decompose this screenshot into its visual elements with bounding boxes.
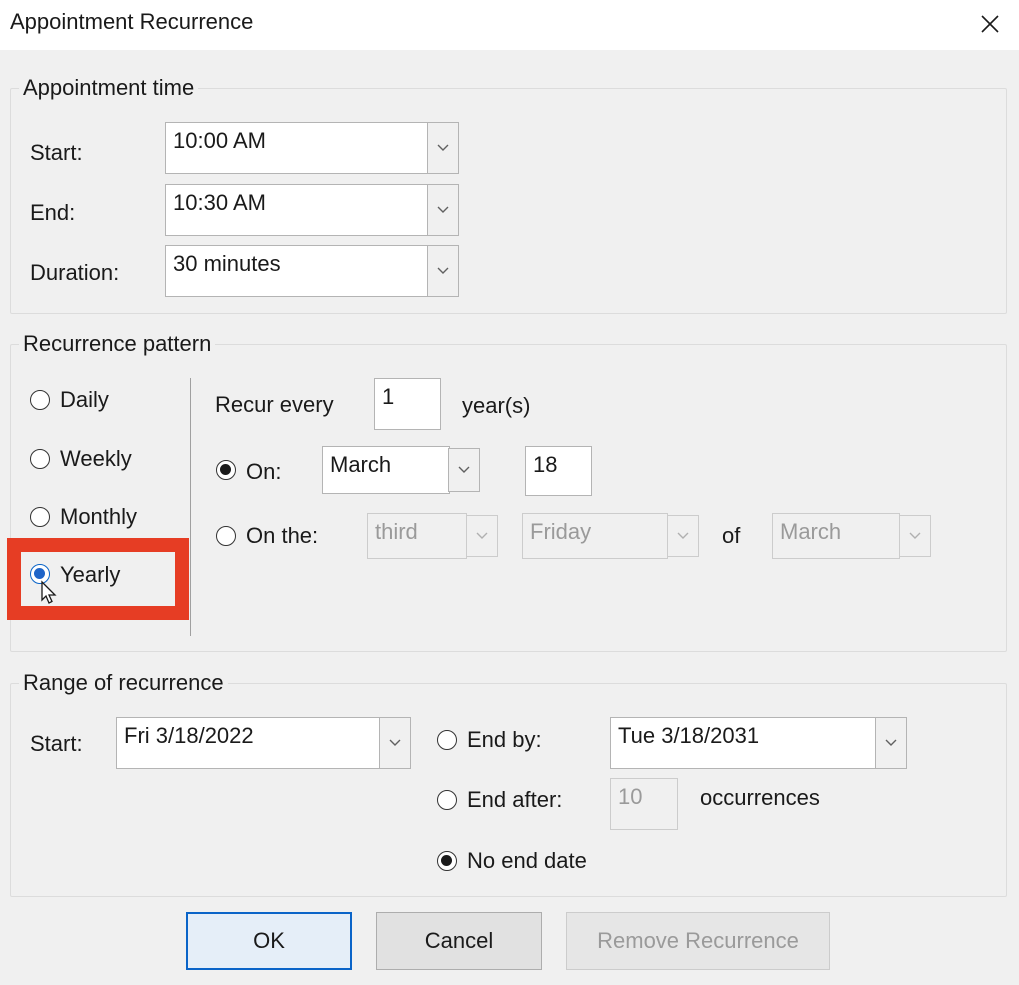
on-day-input[interactable]: 18 <box>525 446 592 496</box>
monthly-radio[interactable] <box>30 507 50 527</box>
chevron-down-icon <box>437 144 449 151</box>
yearly-highlight-box <box>7 538 189 620</box>
on-month-select[interactable]: March <box>322 446 450 494</box>
end-by-label[interactable]: End by: <box>467 727 542 753</box>
monthly-label[interactable]: Monthly <box>60 504 137 530</box>
of-label: of <box>722 523 741 548</box>
on-the-weekday-select[interactable]: Friday <box>522 513 668 559</box>
chevron-down-icon <box>909 532 921 539</box>
on-the-label[interactable]: On the: <box>246 523 318 549</box>
title-bar: Appointment Recurrence <box>0 0 1019 50</box>
start-time-label: Start: <box>30 140 83 165</box>
occurrences-label: occurrences <box>700 785 820 810</box>
on-the-ordinal-select[interactable]: third <box>367 513 467 559</box>
range-start-label: Start: <box>30 731 83 756</box>
duration-input[interactable]: 30 minutes <box>165 245 428 297</box>
chevron-down-icon <box>476 532 488 539</box>
daily-radio[interactable] <box>30 390 50 410</box>
recurrence-pattern-label: Recurrence pattern <box>19 331 216 357</box>
close-icon <box>981 15 999 33</box>
chevron-down-icon <box>437 206 449 213</box>
window-title: Appointment Recurrence <box>10 9 254 34</box>
range-start-dropdown-button[interactable] <box>379 717 411 769</box>
duration-dropdown-button[interactable] <box>427 245 459 297</box>
yearly-on-radio[interactable] <box>216 460 236 480</box>
recur-every-input[interactable]: 1 <box>374 378 441 430</box>
weekly-radio[interactable] <box>30 449 50 469</box>
end-by-radio[interactable] <box>437 730 457 750</box>
pattern-divider <box>190 378 191 636</box>
cancel-button[interactable]: Cancel <box>376 912 542 970</box>
end-by-input[interactable]: Tue 3/18/2031 <box>610 717 876 769</box>
on-the-month-dropdown-button[interactable] <box>899 515 931 557</box>
end-time-dropdown-button[interactable] <box>427 184 459 236</box>
chevron-down-icon <box>885 739 897 746</box>
end-after-radio[interactable] <box>437 790 457 810</box>
recur-every-label: Recur every <box>215 392 334 417</box>
chevron-down-icon <box>458 466 470 473</box>
end-time-input[interactable]: 10:30 AM <box>165 184 428 236</box>
on-the-month-select[interactable]: March <box>772 513 900 559</box>
remove-recurrence-button[interactable]: Remove Recurrence <box>566 912 830 970</box>
start-time-dropdown-button[interactable] <box>427 122 459 174</box>
chevron-down-icon <box>677 532 689 539</box>
chevron-down-icon <box>437 267 449 274</box>
yearly-on-the-radio[interactable] <box>216 526 236 546</box>
close-button[interactable] <box>968 6 1012 42</box>
chevron-down-icon <box>389 739 401 746</box>
on-label[interactable]: On: <box>246 459 281 485</box>
range-of-recurrence-label: Range of recurrence <box>19 670 228 696</box>
no-end-date-radio[interactable] <box>437 851 457 871</box>
end-time-label: End: <box>30 200 76 225</box>
mouse-cursor-icon <box>41 580 57 604</box>
on-month-dropdown-button[interactable] <box>448 448 480 492</box>
start-time-input[interactable]: 10:00 AM <box>165 122 428 174</box>
no-end-date-label[interactable]: No end date <box>467 848 587 874</box>
range-start-input[interactable]: Fri 3/18/2022 <box>116 717 380 769</box>
recur-unit-label: year(s) <box>462 393 531 418</box>
on-the-ordinal-dropdown-button[interactable] <box>466 515 498 557</box>
end-after-label[interactable]: End after: <box>467 787 562 813</box>
duration-label: Duration: <box>30 260 120 285</box>
daily-label[interactable]: Daily <box>60 387 109 413</box>
end-by-dropdown-button[interactable] <box>875 717 907 769</box>
weekly-label[interactable]: Weekly <box>60 446 132 472</box>
ok-button[interactable]: OK <box>186 912 352 970</box>
appointment-time-label: Appointment time <box>19 75 199 101</box>
on-the-weekday-dropdown-button[interactable] <box>667 515 699 557</box>
appointment-time-group <box>10 88 1007 314</box>
end-after-input[interactable]: 10 <box>610 778 678 830</box>
